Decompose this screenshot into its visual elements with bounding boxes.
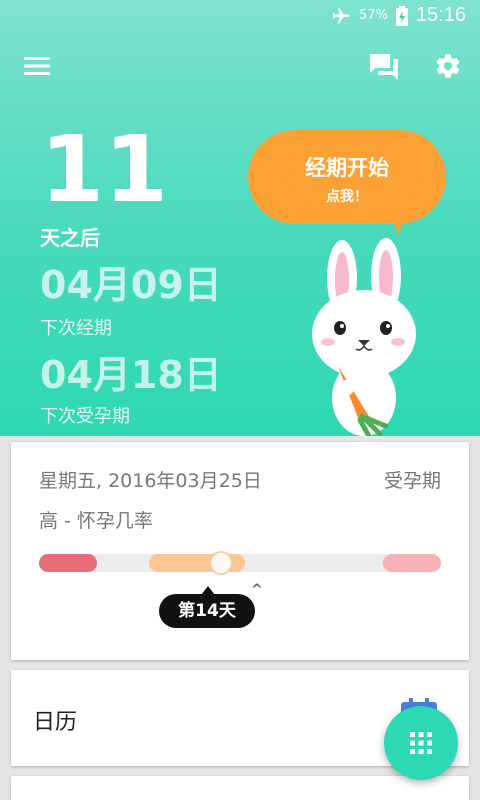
- bubble-title: 经期开始: [305, 156, 389, 180]
- battery-percent: 57%: [359, 8, 388, 23]
- report-label: 报告: [33, 794, 77, 800]
- header-hero: 57% 15:16 11 天之后 04月09日 下次经期 04月18日 下次受孕…: [0, 0, 480, 436]
- next-fertile-date: 04月18日: [40, 353, 222, 397]
- apps-fab-button[interactable]: [384, 706, 458, 780]
- countdown-days: 11: [40, 116, 169, 223]
- status-bar: 57% 15:16: [0, 0, 480, 34]
- next-fertile-caption: 下次受孕期: [40, 406, 130, 427]
- battery-charging-icon: [395, 5, 408, 26]
- apps-grid-icon: [410, 732, 432, 754]
- report-card[interactable]: 报告: [11, 776, 469, 800]
- ovulation-icon: [209, 551, 233, 575]
- next-period-segment: [383, 554, 441, 572]
- cycle-progress-track: [39, 551, 441, 575]
- bubble-subtitle: 点我！: [326, 189, 368, 205]
- countdown-label: 天之后: [40, 226, 100, 250]
- menu-icon[interactable]: [24, 56, 50, 76]
- clock: 15:16: [415, 4, 466, 26]
- period-segment: [39, 554, 97, 572]
- airplane-icon: [332, 7, 350, 23]
- gear-icon[interactable]: [434, 52, 462, 80]
- calendar-label: 日历: [33, 710, 78, 735]
- bunny-mascot-icon[interactable]: [300, 238, 430, 436]
- next-period-caption: 下次经期: [40, 318, 112, 339]
- today-card[interactable]: 星期五, 2016年03月25日 受孕期 高 - 怀孕几率 第14天 ^: [11, 442, 469, 660]
- cycle-phase: 受孕期: [383, 470, 441, 492]
- chevron-up-icon[interactable]: ^: [251, 582, 263, 598]
- pregnancy-chance: 高 - 怀孕几率: [39, 510, 153, 532]
- today-date: 星期五, 2016年03月25日: [39, 470, 262, 492]
- period-start-bubble[interactable]: 经期开始 点我！: [248, 130, 446, 224]
- next-period-date: 04月09日: [40, 263, 222, 307]
- current-day-indicator: 第14天: [159, 586, 255, 628]
- chat-icon[interactable]: [370, 54, 398, 80]
